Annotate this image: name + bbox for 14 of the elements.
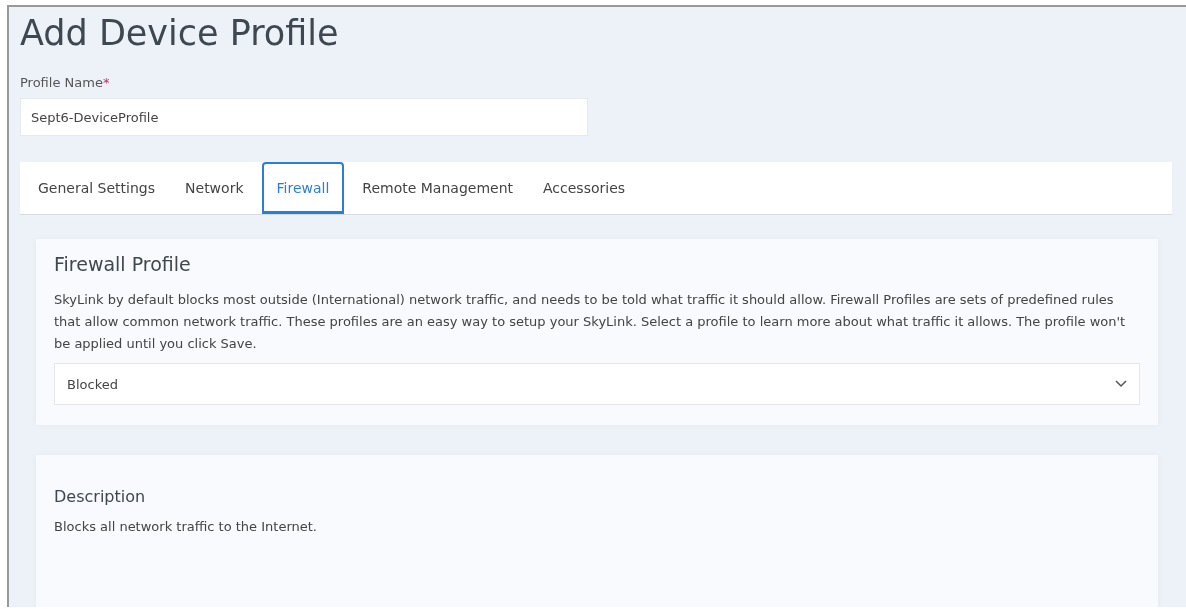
field-label: Profile Name* bbox=[20, 75, 110, 90]
description-text: Blocks all network traffic to the Internet. bbox=[54, 518, 318, 536]
firewall-description: SkyLink by default blocks most outside (International) network traffic, and needs to be told what traffic it should allow. Firewall Profiles are sets of predefined rules that allow common network traffic. These profiles are an easy way to setup your SkyLink. Select a profile to learn more about what traffic it allows. The profile won't be applied until you click Save. bbox=[54, 291, 1127, 353]
tab[interactable]: Network bbox=[173, 162, 256, 214]
tab[interactable]: Firewall bbox=[261, 162, 345, 214]
section-heading: Firewall Profile bbox=[54, 253, 191, 275]
page-title: Add Device Profile bbox=[20, 13, 339, 53]
section-heading: Description bbox=[54, 487, 146, 506]
tab[interactable]: General Settings bbox=[26, 162, 168, 214]
profile-name-field[interactable]: Sept6-DeviceProfile bbox=[20, 98, 588, 136]
profile-select[interactable]: Blocked bbox=[54, 363, 1140, 405]
tab[interactable]: Accessories bbox=[531, 162, 638, 214]
tab[interactable]: Remote Management bbox=[350, 162, 525, 214]
chevron-down-icon bbox=[1115, 380, 1127, 388]
